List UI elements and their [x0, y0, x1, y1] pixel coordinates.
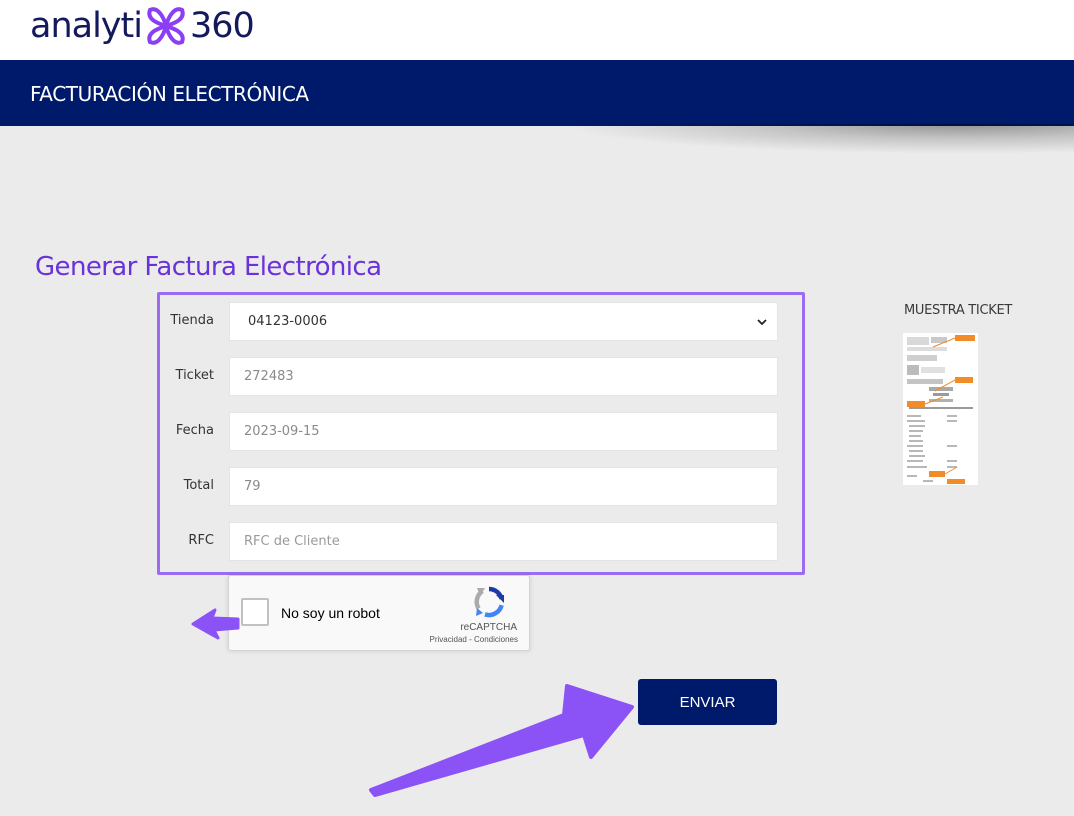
analytic360-logo[interactable]: analyti 360	[30, 2, 255, 50]
arrow-icon	[369, 684, 634, 797]
ticket-input[interactable]: 272483	[229, 357, 778, 396]
recaptcha-widget: No soy un robot reCAPTCHA Privacidad - C…	[228, 575, 530, 651]
form-row-total: Total 79	[160, 467, 802, 507]
enviar-button[interactable]: ENVIAR	[638, 679, 777, 725]
invoice-form: Tienda 04123-0006 Ticket 272483 Fecha 20…	[157, 292, 805, 575]
logo-text-right: 360	[189, 5, 255, 46]
navbar-title: FACTURACIÓN ELECTRÓNICA	[30, 82, 309, 106]
ticket-input-value: 272483	[244, 369, 294, 384]
recaptcha-privacy-links[interactable]: Privacidad - Condiciones	[430, 635, 519, 644]
chevron-down-icon	[757, 319, 767, 326]
page-title: Generar Factura Electrónica	[35, 252, 382, 282]
navbar-shadow	[560, 124, 1074, 154]
ticket-label: Ticket	[175, 368, 214, 383]
tienda-selected-value: 04123-0006	[248, 314, 328, 329]
form-row-fecha: Fecha 2023-09-15	[160, 412, 802, 452]
rfc-input[interactable]: RFC de Cliente	[229, 522, 778, 561]
double-loop-logo-icon	[147, 7, 185, 45]
sample-ticket-image[interactable]	[903, 333, 978, 485]
recaptcha-checkbox[interactable]	[241, 598, 269, 626]
tienda-select[interactable]: 04123-0006	[229, 302, 778, 341]
logo-text-left: analyti	[30, 5, 143, 46]
total-input-value: 79	[244, 479, 261, 494]
total-label: Total	[183, 478, 214, 493]
recaptcha-brand: reCAPTCHA	[460, 622, 517, 633]
form-row-tienda: Tienda 04123-0006	[160, 302, 802, 342]
rfc-input-placeholder: RFC de Cliente	[244, 534, 340, 549]
top-header: analyti 360	[0, 0, 1074, 60]
recaptcha-icon	[474, 586, 504, 618]
title-bar: FACTURACIÓN ELECTRÓNICA	[0, 60, 1074, 126]
form-row-ticket: Ticket 272483	[160, 357, 802, 397]
total-input[interactable]: 79	[229, 467, 778, 506]
fecha-input-value: 2023-09-15	[244, 424, 320, 439]
form-row-rfc: RFC RFC de Cliente	[160, 522, 802, 562]
rfc-label: RFC	[188, 533, 214, 548]
fecha-input[interactable]: 2023-09-15	[229, 412, 778, 451]
sample-ticket-title: MUESTRA TICKET	[904, 303, 1013, 318]
fecha-label: Fecha	[175, 423, 214, 438]
tienda-label: Tienda	[170, 313, 214, 328]
recaptcha-label: No soy un robot	[281, 605, 380, 621]
